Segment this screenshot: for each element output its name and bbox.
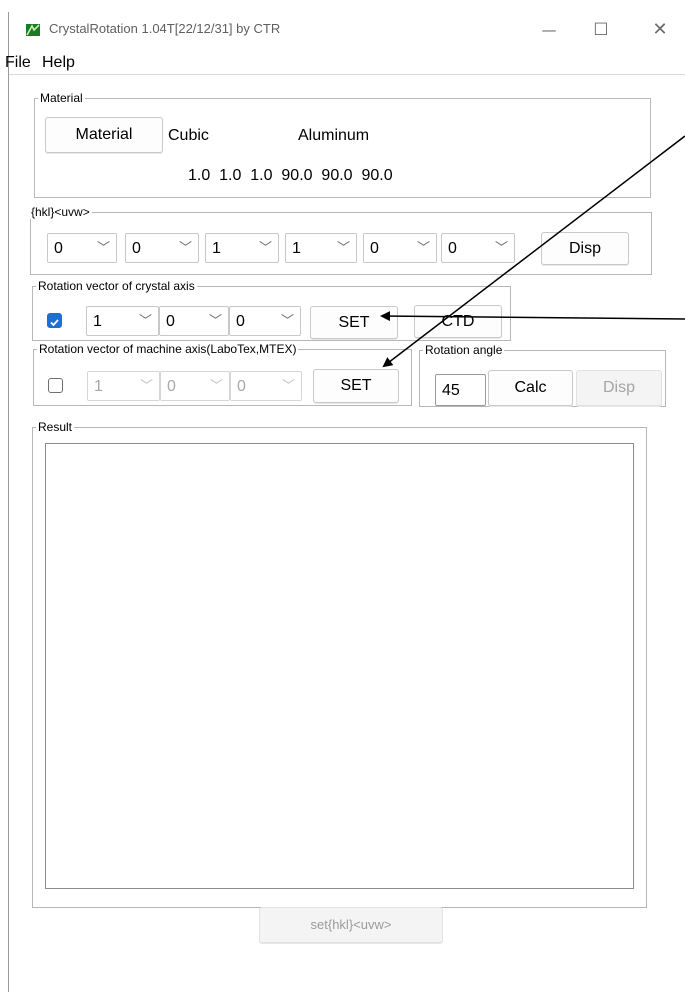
menu-separator (9, 74, 685, 75)
machine-axis-set-button[interactable]: SET (313, 369, 399, 403)
v-select[interactable]: 0 ﹀ (363, 233, 437, 263)
rotation-angle-legend: Rotation angle (425, 343, 503, 357)
chevron-down-icon: ﹀ (209, 378, 223, 393)
window-title: CrystalRotation 1.04T[22/12/31] by CTR (49, 21, 281, 36)
chevron-down-icon: ﹀ (138, 313, 152, 328)
minimize-icon[interactable]: — (527, 16, 571, 44)
l-select[interactable]: 1 ﹀ (205, 233, 279, 263)
rotation-angle-group: Rotation angle 45 Calc Disp (419, 343, 666, 407)
rotation-disp-button[interactable]: Disp (576, 370, 662, 406)
u-select[interactable]: 1 ﹀ (285, 233, 357, 263)
machine-axis-y-select[interactable]: 0 ﹀ (160, 371, 230, 401)
close-icon[interactable]: ✕ (638, 16, 682, 44)
machine-axis-z-select[interactable]: 0 ﹀ (230, 371, 302, 401)
material-legend: Material (40, 91, 83, 105)
chevron-down-icon: ﹀ (280, 313, 294, 328)
lattice-params-label: 1.0 1.0 1.0 90.0 90.0 90.0 (188, 167, 393, 184)
machine-axis-group: Rotation vector of machine axis(LaboTex,… (33, 342, 412, 406)
material-group: Material Material Cubic Aluminum 1.0 1.0… (34, 91, 651, 198)
material-button[interactable]: Material (45, 117, 163, 153)
crystal-axis-x-select[interactable]: 1 ﹀ (86, 306, 159, 336)
machine-axis-legend: Rotation vector of machine axis(LaboTex,… (39, 342, 297, 356)
result-legend: Result (38, 420, 73, 434)
maximize-icon[interactable]: ☐ (579, 16, 623, 44)
set-hkl-uvw-button[interactable]: set{hkl}<uvw> (259, 907, 443, 943)
crystal-axis-set-button[interactable]: SET (310, 306, 398, 339)
chevron-down-icon: ﹀ (208, 313, 222, 328)
crystal-axis-legend: Rotation vector of crystal axis (38, 279, 195, 293)
chevron-down-icon: ﹀ (139, 378, 153, 393)
crystal-axis-z-select[interactable]: 0 ﹀ (229, 306, 301, 336)
chevron-down-icon: ﹀ (281, 378, 295, 393)
h-select[interactable]: 0 ﹀ (47, 233, 117, 263)
checkmark-icon (50, 319, 59, 327)
menu-file[interactable]: File (5, 54, 31, 72)
machine-axis-checkbox[interactable] (48, 378, 63, 393)
menu-help[interactable]: Help (42, 54, 75, 72)
hkl-disp-button[interactable]: Disp (541, 232, 629, 265)
chevron-down-icon: ﹀ (494, 240, 508, 255)
result-group: Result (32, 420, 647, 908)
k-select[interactable]: 0 ﹀ (125, 233, 199, 263)
chevron-down-icon: ﹀ (336, 240, 350, 255)
calc-button[interactable]: Calc (488, 370, 573, 406)
w-select[interactable]: 0 ﹀ (441, 233, 515, 263)
hkl-uvw-legend: {hkl}<uvw> (31, 205, 90, 219)
hkl-uvw-group: {hkl}<uvw> 0 ﹀ 0 ﹀ 1 ﹀ 1 ﹀ 0 ﹀ 0 ﹀ Disp (30, 205, 652, 275)
chevron-down-icon: ﹀ (178, 240, 192, 255)
rotation-angle-input[interactable]: 45 (435, 374, 486, 406)
crystal-system-label: Cubic (168, 127, 209, 144)
chevron-down-icon: ﹀ (258, 240, 272, 255)
ctd-button[interactable]: CTD (414, 305, 502, 338)
crystal-axis-group: Rotation vector of crystal axis 1 ﹀ 0 ﹀ 0 ﹀… (32, 279, 511, 341)
crystal-axis-y-select[interactable]: 0 ﹀ (159, 306, 229, 336)
app-window: CrystalRotation 1.04T[22/12/31] by CTR —… (5, 12, 685, 992)
title-bar[interactable]: CrystalRotation 1.04T[22/12/31] by CTR —… (9, 12, 685, 48)
material-name-label: Aluminum (298, 127, 370, 144)
crystal-axis-checkbox[interactable] (47, 313, 62, 328)
app-logo-icon (26, 24, 40, 36)
machine-axis-x-select[interactable]: 1 ﹀ (87, 371, 160, 401)
result-textarea[interactable] (45, 443, 634, 889)
chevron-down-icon: ﹀ (416, 240, 430, 255)
chevron-down-icon: ﹀ (96, 240, 110, 255)
